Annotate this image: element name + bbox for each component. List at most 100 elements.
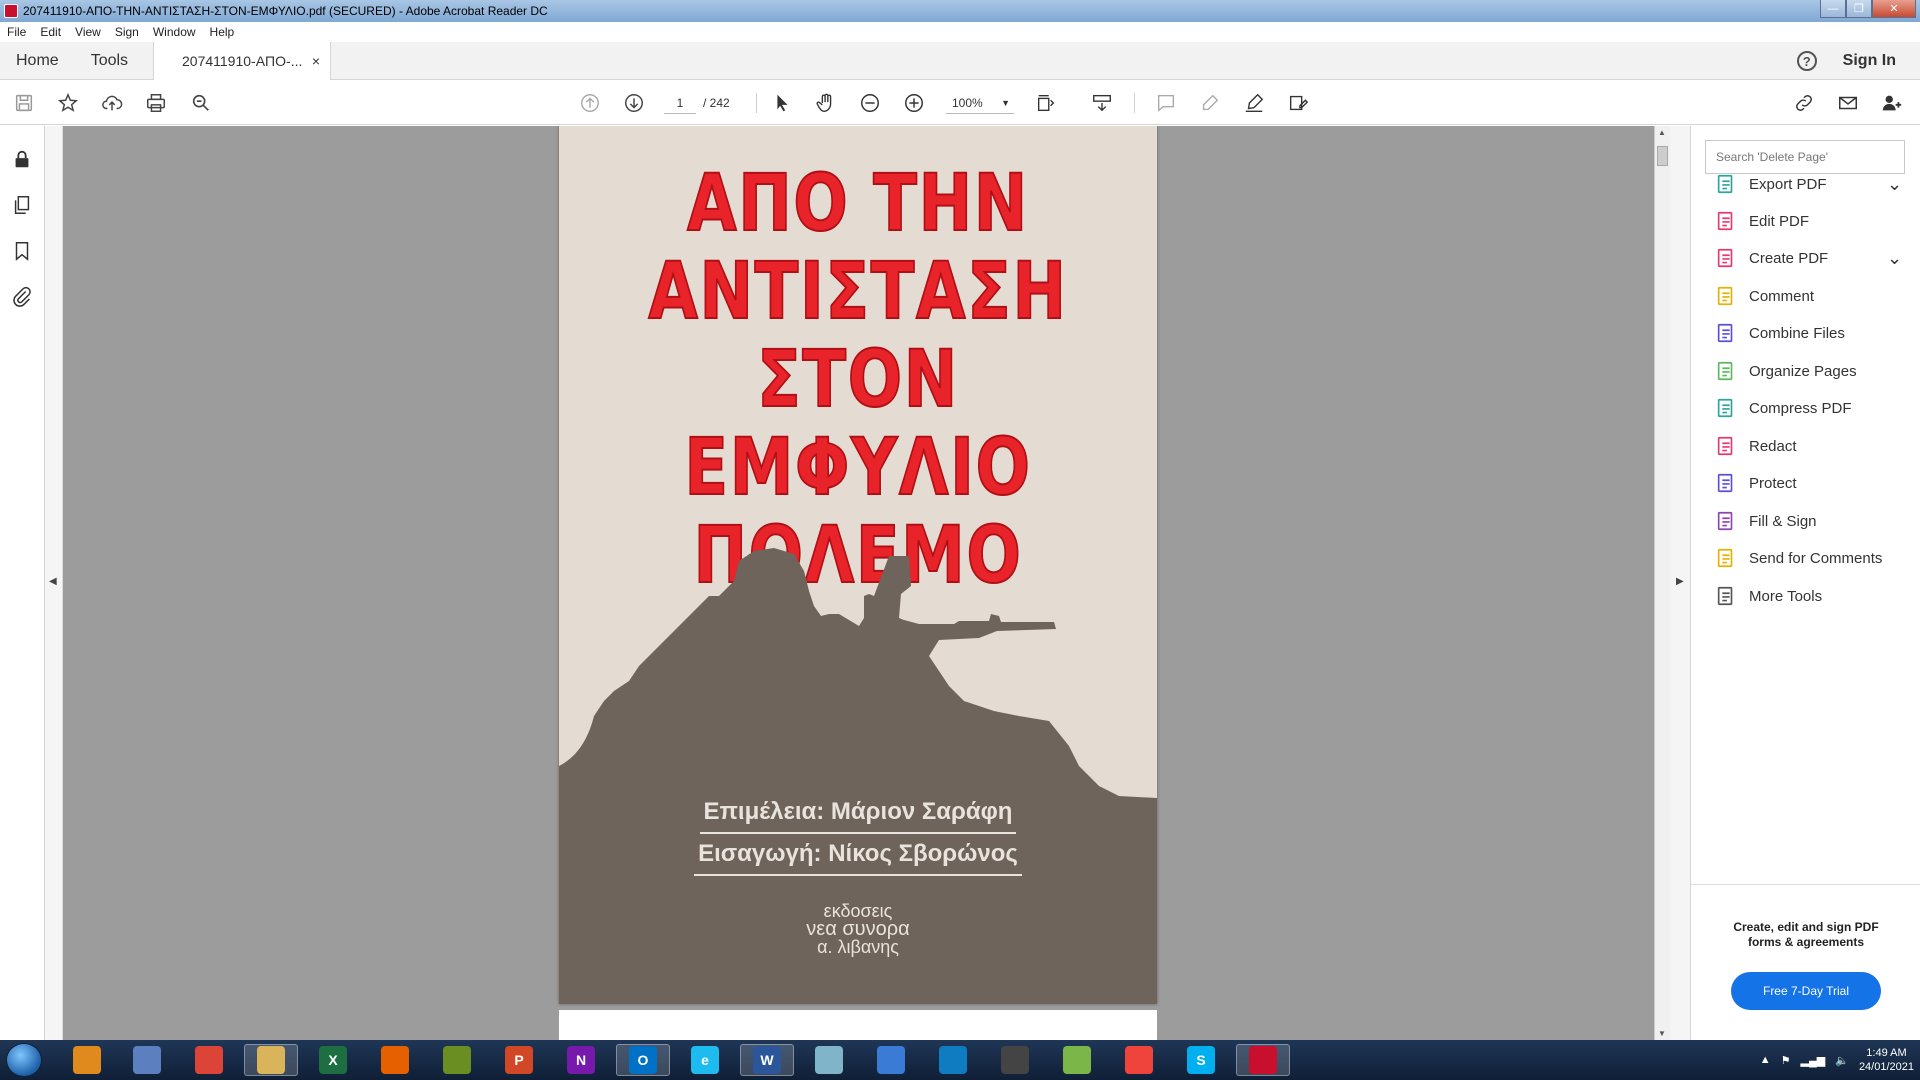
taskbar-outlook-button[interactable]: O bbox=[616, 1044, 670, 1076]
previous-page-icon[interactable] bbox=[576, 89, 604, 117]
email-icon[interactable] bbox=[1834, 89, 1862, 117]
menu-sign[interactable]: Sign bbox=[108, 25, 146, 39]
create-pdf-icon bbox=[1715, 247, 1737, 269]
tool-send-for-comments[interactable]: Send for Comments bbox=[1715, 544, 1882, 572]
close-window-button[interactable]: ✕ bbox=[1872, 0, 1916, 18]
taskbar-paint-button[interactable] bbox=[430, 1044, 484, 1076]
tool-organize-pages[interactable]: Organize Pages bbox=[1715, 357, 1857, 385]
taskbar-chrome-button[interactable] bbox=[182, 1044, 236, 1076]
add-user-icon[interactable] bbox=[1878, 89, 1906, 117]
maximize-button[interactable]: ❐ bbox=[1846, 0, 1872, 18]
taskbar-pen-tool-button[interactable] bbox=[988, 1044, 1042, 1076]
bookmark-icon[interactable] bbox=[11, 240, 33, 262]
menu-help[interactable]: Help bbox=[203, 25, 242, 39]
clock[interactable]: 1:49 AM 24/01/2021 bbox=[1859, 1046, 1914, 1074]
print-icon[interactable] bbox=[142, 89, 170, 117]
taskbar-edge-button[interactable] bbox=[926, 1044, 980, 1076]
select-cursor-icon[interactable] bbox=[768, 89, 796, 117]
scrollbar-thumb[interactable] bbox=[1657, 146, 1668, 166]
tool-create-pdf[interactable]: Create PDF ⌄ bbox=[1715, 244, 1902, 272]
photo-app-icon bbox=[133, 1046, 161, 1074]
right-pane-collapse-handle[interactable]: ▶ bbox=[1670, 126, 1690, 1040]
scroll-down-icon[interactable]: ▼ bbox=[1658, 1029, 1666, 1038]
hand-tool-icon[interactable] bbox=[812, 89, 840, 117]
menu-file[interactable]: File bbox=[0, 25, 33, 39]
show-hidden-icons-icon[interactable]: ▲ bbox=[1760, 1054, 1771, 1066]
fit-page-icon[interactable] bbox=[1032, 89, 1060, 117]
zoom-level-dropdown[interactable]: 100% ▼ bbox=[946, 92, 1014, 114]
chevron-down-icon[interactable]: ⌄ bbox=[1887, 174, 1902, 195]
zoom-out-icon[interactable] bbox=[856, 89, 884, 117]
tool-redact[interactable]: Redact bbox=[1715, 432, 1797, 460]
tool-export-pdf[interactable]: Export PDF ⌄ bbox=[1715, 170, 1902, 198]
tool-more-tools[interactable]: More Tools bbox=[1715, 582, 1822, 610]
search-tools-input[interactable]: Search 'Delete Page' bbox=[1705, 140, 1905, 174]
taskbar-acrobat-button[interactable] bbox=[1236, 1044, 1290, 1076]
scroll-mode-icon[interactable] bbox=[1088, 89, 1116, 117]
taskbar-word-button[interactable]: W bbox=[740, 1044, 794, 1076]
sign-in-button[interactable]: Sign In bbox=[1843, 52, 1896, 70]
share-link-icon[interactable] bbox=[1790, 89, 1818, 117]
free-trial-button[interactable]: Free 7-Day Trial bbox=[1731, 972, 1881, 1010]
lock-icon[interactable] bbox=[11, 148, 33, 170]
taskbar-file-explorer-button[interactable] bbox=[244, 1044, 298, 1076]
firefox-icon bbox=[381, 1046, 409, 1074]
vertical-scrollbar[interactable]: ▲ ▼ bbox=[1654, 126, 1670, 1040]
tab-tools[interactable]: Tools bbox=[75, 52, 144, 70]
save-icon[interactable] bbox=[10, 89, 38, 117]
taskbar-excel-button[interactable]: X bbox=[306, 1044, 360, 1076]
highlight-pen-icon[interactable] bbox=[1196, 89, 1224, 117]
publisher-line: νεα συνορα bbox=[806, 918, 910, 940]
page-number-input[interactable]: 1 bbox=[664, 92, 696, 114]
taskbar-chart-app-button[interactable] bbox=[1050, 1044, 1104, 1076]
taskbar-internet-explorer-button[interactable]: e bbox=[678, 1044, 732, 1076]
tool-compress-pdf[interactable]: Compress PDF bbox=[1715, 394, 1852, 422]
network-icon[interactable]: ▂▄▆ bbox=[1801, 1054, 1826, 1067]
tool-fill-sign[interactable]: Fill & Sign bbox=[1715, 507, 1817, 535]
help-icon[interactable]: ? bbox=[1796, 51, 1817, 71]
promo-text: Create, edit and sign PDF forms & agreem… bbox=[1733, 920, 1879, 949]
menu-view[interactable]: View bbox=[68, 25, 108, 39]
menu-edit[interactable]: Edit bbox=[33, 25, 68, 39]
taskbar-skype-button[interactable]: S bbox=[1174, 1044, 1228, 1076]
close-tab-icon[interactable]: × bbox=[312, 53, 320, 69]
zoom-in-icon[interactable] bbox=[900, 89, 928, 117]
next-page-icon[interactable] bbox=[620, 89, 648, 117]
minimize-button[interactable]: — bbox=[1820, 0, 1846, 18]
tool-protect[interactable]: Protect bbox=[1715, 469, 1797, 497]
cloud-upload-icon[interactable] bbox=[98, 89, 126, 117]
taskbar-notes-button[interactable] bbox=[802, 1044, 856, 1076]
taskbar-photo-app-button[interactable] bbox=[120, 1044, 174, 1076]
tab-document[interactable]: 207411910-ΑΠΟ-... × bbox=[153, 42, 331, 80]
chevron-down-icon[interactable]: ⌄ bbox=[1887, 248, 1902, 269]
document-tab-label: 207411910-ΑΠΟ-... bbox=[182, 53, 303, 69]
menu-window[interactable]: Window bbox=[146, 25, 203, 39]
attachment-icon[interactable] bbox=[11, 286, 33, 308]
page-thumbnails-icon[interactable] bbox=[11, 194, 33, 216]
search-icon[interactable] bbox=[187, 89, 215, 117]
chart-app-icon bbox=[1063, 1046, 1091, 1074]
acrobat-app-icon bbox=[4, 4, 18, 18]
taskbar-firefox-button[interactable] bbox=[368, 1044, 422, 1076]
document-viewport[interactable]: ΑΠΟ ΤΗΝ ΑΝΤΙΣΤΑΣΗ ΣΤΟΝ ΕΜΦΥΛΙΟ ΠΟΛΕΜΟ Επ… bbox=[63, 126, 1654, 1040]
bookmark-star-icon[interactable] bbox=[54, 89, 82, 117]
word-icon: W bbox=[753, 1046, 781, 1074]
comment-tool-icon[interactable] bbox=[1152, 89, 1180, 117]
volume-icon[interactable]: 🔈 bbox=[1835, 1054, 1849, 1067]
flag-icon[interactable]: ⚑ bbox=[1781, 1054, 1791, 1067]
left-pane-collapse-handle[interactable]: ◀ bbox=[45, 126, 63, 1040]
taskbar-onenote-button[interactable]: N bbox=[554, 1044, 608, 1076]
tool-edit-pdf[interactable]: Edit PDF bbox=[1715, 207, 1809, 235]
taskbar-anydesk-button[interactable] bbox=[1112, 1044, 1166, 1076]
taskbar-powerpoint-button[interactable]: P bbox=[492, 1044, 546, 1076]
tool-comment[interactable]: Comment bbox=[1715, 282, 1814, 310]
taskbar-paint-net-button[interactable] bbox=[864, 1044, 918, 1076]
start-button[interactable] bbox=[6, 1043, 42, 1077]
edit-form-icon[interactable] bbox=[1284, 89, 1312, 117]
sign-tool-icon[interactable] bbox=[1240, 89, 1268, 117]
taskbar-media-player-button[interactable] bbox=[60, 1044, 114, 1076]
tab-home[interactable]: Home bbox=[0, 52, 75, 70]
tool-combine-files[interactable]: Combine Files bbox=[1715, 319, 1845, 347]
tool-label: Protect bbox=[1749, 474, 1797, 492]
scroll-up-icon[interactable]: ▲ bbox=[1658, 128, 1666, 137]
